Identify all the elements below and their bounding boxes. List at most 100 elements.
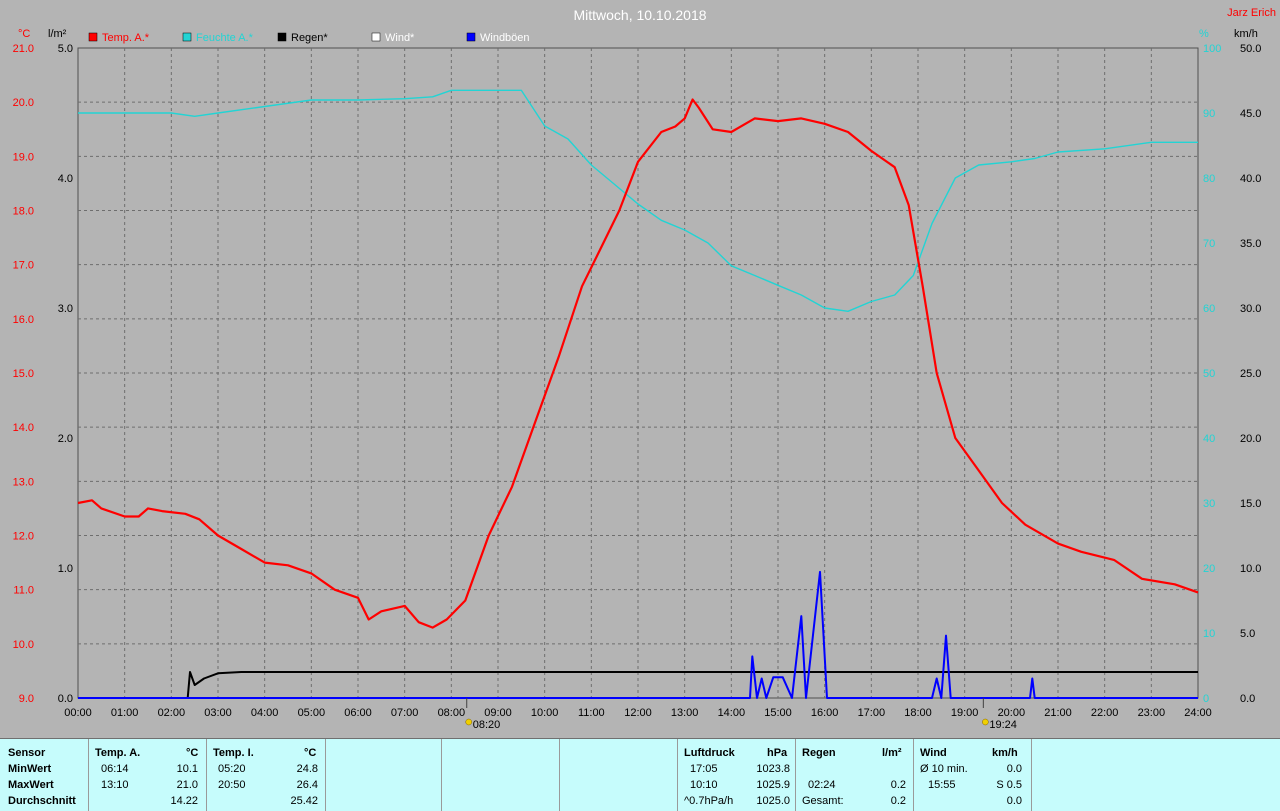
x-tick-label: 21:00 bbox=[1044, 707, 1072, 719]
author-label: Jarz Erich bbox=[1227, 7, 1276, 19]
header-luftdruck: Luftdruck bbox=[684, 747, 735, 759]
temp-tick-label: 18.0 bbox=[13, 206, 34, 218]
rain-tick-label: 4.0 bbox=[58, 173, 73, 185]
x-tick-label: 03:00 bbox=[204, 707, 232, 719]
rain-total-label: Gesamt: bbox=[802, 795, 844, 807]
max-temp-i-value: 26.4 bbox=[296, 779, 318, 791]
max-wind-time: 15:55 bbox=[928, 779, 956, 791]
humidity-tick-label: 90 bbox=[1203, 108, 1215, 120]
sun-icon bbox=[982, 718, 989, 726]
max-temp-i-time: 20:50 bbox=[218, 779, 246, 791]
min-luft-value: 1023.8 bbox=[756, 763, 790, 775]
x-tick-label: 11:00 bbox=[578, 707, 605, 719]
wind-tick-label: 0.0 bbox=[1240, 693, 1255, 705]
humidity-tick-label: 60 bbox=[1203, 303, 1215, 315]
x-tick-label: 13:00 bbox=[671, 707, 699, 719]
max-temp-a-value: 21.0 bbox=[176, 779, 198, 791]
header-wind-unit: km/h bbox=[992, 747, 1018, 759]
pressure-trend: ^0.7hPa/h bbox=[684, 795, 734, 807]
x-tick-label: 05:00 bbox=[298, 707, 326, 719]
legend-swatch bbox=[371, 32, 381, 42]
max-luft-value: 1025.9 bbox=[756, 779, 790, 791]
rain-tick-label: 2.0 bbox=[58, 433, 73, 445]
humidity-unit-label: % bbox=[1199, 28, 1209, 40]
column-divider bbox=[206, 739, 207, 811]
header-regen-unit: l/m² bbox=[882, 747, 902, 759]
row-label-min: MinWert bbox=[8, 763, 52, 775]
x-tick-label: 10:00 bbox=[531, 707, 559, 719]
x-tick-label: 01:00 bbox=[111, 707, 139, 719]
humidity-tick-label: 40 bbox=[1203, 433, 1215, 445]
x-tick-label: 14:00 bbox=[718, 707, 746, 719]
legend-label: Windböen bbox=[480, 32, 530, 44]
x-tick-label: 20:00 bbox=[998, 707, 1026, 719]
header-temp-i-unit: °C bbox=[304, 747, 317, 759]
x-tick-label: 22:00 bbox=[1091, 707, 1119, 719]
max-regen-value: 0.2 bbox=[890, 779, 906, 791]
temp-tick-label: 17.0 bbox=[13, 260, 34, 272]
temp-tick-label: 16.0 bbox=[13, 314, 34, 326]
min-temp-a-time: 06:14 bbox=[101, 763, 129, 775]
wind-tick-label: 15.0 bbox=[1240, 498, 1261, 510]
humidity-tick-label: 80 bbox=[1203, 173, 1215, 185]
x-tick-label: 19:00 bbox=[951, 707, 979, 719]
column-divider bbox=[1031, 739, 1032, 811]
header-temp-i: Temp. I. bbox=[213, 747, 254, 759]
column-divider bbox=[677, 739, 678, 811]
humidity-tick-label: 100 bbox=[1203, 43, 1221, 55]
temp-tick-label: 13.0 bbox=[13, 476, 34, 488]
wind-unit-label: km/h bbox=[1234, 28, 1258, 40]
wind-tick-label: 30.0 bbox=[1240, 303, 1261, 315]
temp-unit-label: °C bbox=[18, 28, 30, 40]
humidity-tick-label: 50 bbox=[1203, 368, 1215, 380]
column-divider bbox=[913, 739, 914, 811]
x-tick-label: 12:00 bbox=[624, 707, 652, 719]
rain-total-value: 0.2 bbox=[890, 795, 906, 807]
min-temp-i-value: 24.8 bbox=[296, 763, 318, 775]
x-tick-label: 06:00 bbox=[344, 707, 372, 719]
x-tick-label: 09:00 bbox=[484, 707, 512, 719]
min-luft-time: 17:05 bbox=[690, 763, 718, 775]
x-tick-label: 08:00 bbox=[438, 707, 466, 719]
x-tick-label: 02:00 bbox=[158, 707, 186, 719]
legend-label: Regen* bbox=[291, 32, 328, 44]
avg-temp-i-value: 25.42 bbox=[290, 795, 318, 807]
legend-swatch bbox=[277, 32, 287, 42]
rain-tick-label: 5.0 bbox=[58, 43, 73, 55]
temp-tick-label: 11.0 bbox=[13, 585, 34, 597]
wind-tick-label: 40.0 bbox=[1240, 173, 1261, 185]
x-tick-label: 07:00 bbox=[391, 707, 419, 719]
x-tick-label: 17:00 bbox=[858, 707, 886, 719]
wind-tick-label: 5.0 bbox=[1240, 628, 1255, 640]
marker-label: 08:20 bbox=[473, 719, 501, 731]
header-regen: Regen bbox=[802, 747, 836, 759]
max-wind-value: S 0.5 bbox=[996, 779, 1022, 791]
wind-tick-label: 50.0 bbox=[1240, 43, 1261, 55]
humidity-tick-label: 20 bbox=[1203, 563, 1215, 575]
wind-tick-label: 45.0 bbox=[1240, 108, 1261, 120]
temp-tick-label: 21.0 bbox=[13, 43, 34, 55]
wind-tick-label: 35.0 bbox=[1240, 238, 1261, 250]
rain-unit-label: l/m² bbox=[48, 28, 67, 40]
max-temp-a-time: 13:10 bbox=[101, 779, 129, 791]
column-divider bbox=[88, 739, 89, 811]
x-tick-label: 15:00 bbox=[764, 707, 792, 719]
x-tick-label: 18:00 bbox=[904, 707, 932, 719]
min-temp-a-value: 10.1 bbox=[176, 763, 198, 775]
row-label-max: MaxWert bbox=[8, 779, 54, 791]
legend-swatch bbox=[88, 32, 98, 42]
min-wind-label: Ø 10 min. bbox=[920, 763, 968, 775]
avg-luft-value: 1025.0 bbox=[756, 795, 790, 807]
column-divider bbox=[559, 739, 560, 811]
temp-tick-label: 19.0 bbox=[13, 151, 34, 163]
legend-swatch bbox=[182, 32, 192, 42]
header-wind: Wind bbox=[920, 747, 947, 759]
x-tick-label: 04:00 bbox=[251, 707, 279, 719]
humidity-tick-label: 70 bbox=[1203, 238, 1215, 250]
sun-icon bbox=[465, 718, 472, 726]
humidity-tick-label: 10 bbox=[1203, 628, 1215, 640]
header-sensor: Sensor bbox=[8, 747, 46, 759]
x-tick-label: 00:00 bbox=[64, 707, 92, 719]
temp-tick-label: 10.0 bbox=[13, 639, 34, 651]
header-luftdruck-unit: hPa bbox=[767, 747, 788, 759]
